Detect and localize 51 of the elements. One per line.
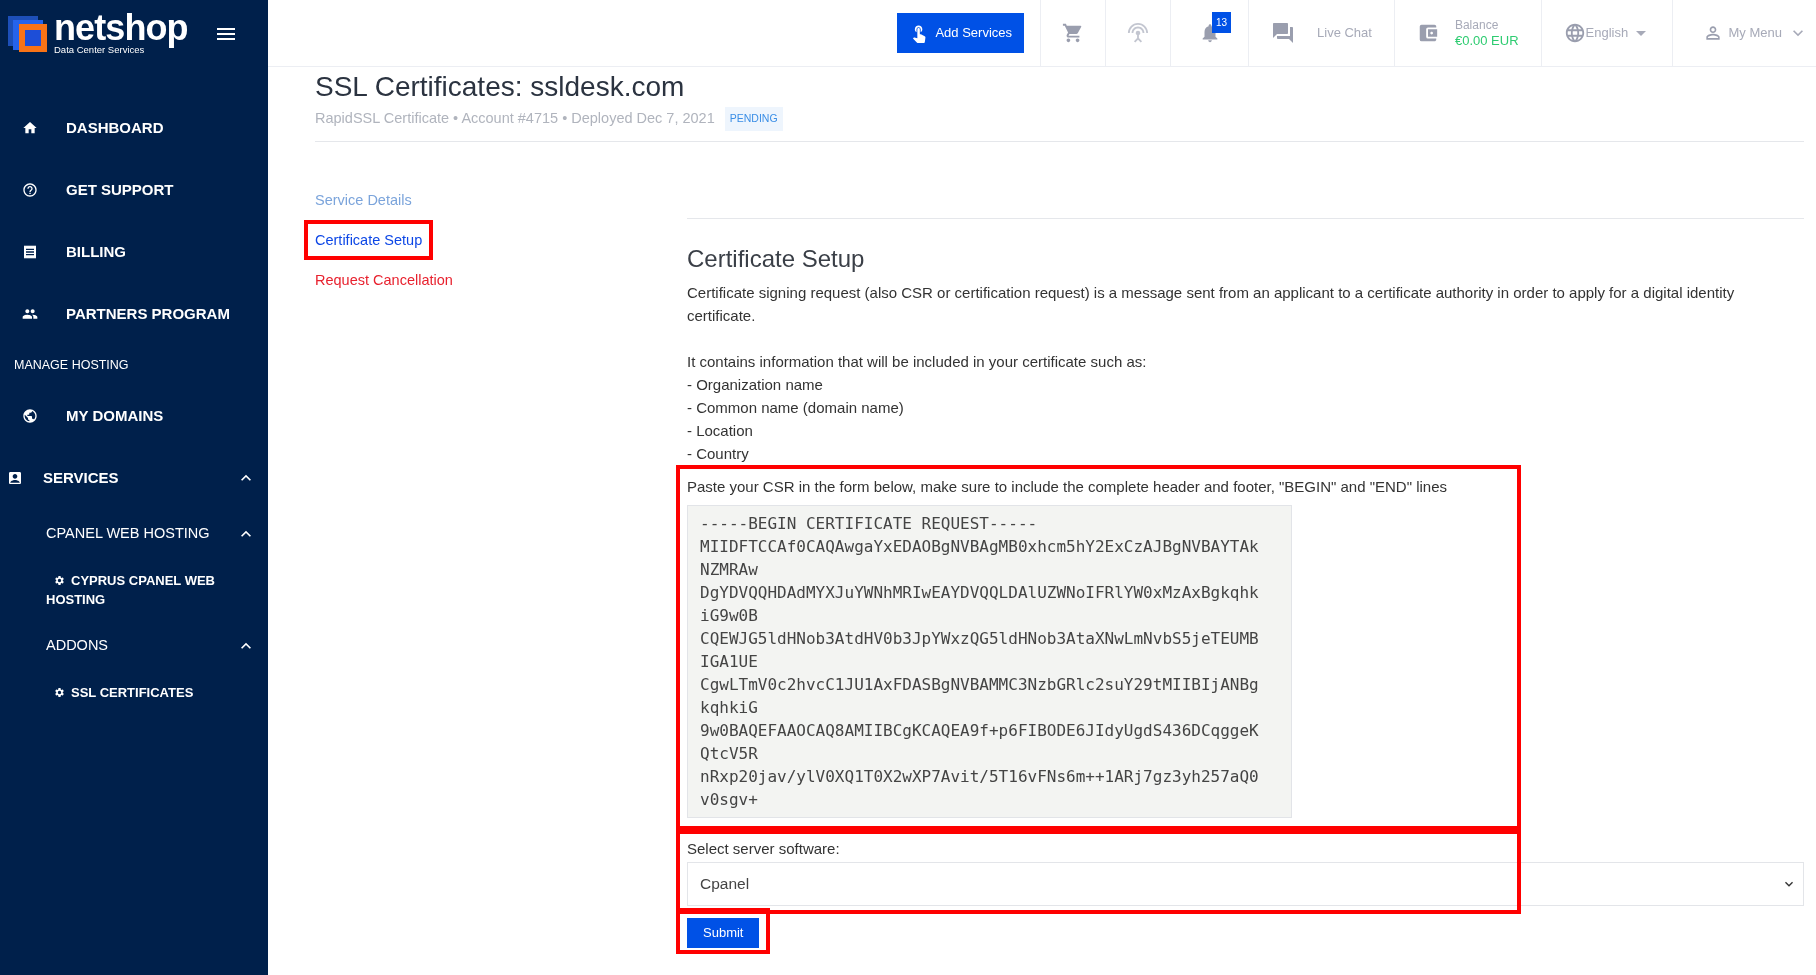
section-heading: Certificate Setup (687, 244, 866, 273)
cart-icon[interactable] (1062, 22, 1084, 44)
home-icon (22, 120, 38, 136)
contact-card-icon (7, 470, 23, 486)
balance-label: Balance (1454, 18, 1500, 33)
server-software-select[interactable]: Cpanel (687, 861, 1804, 906)
sidebar-link[interactable]: MY DOMAINS (66, 404, 164, 428)
sidebar-link[interactable]: SERVICES (43, 466, 236, 490)
service-nav-link[interactable]: Certificate Setup (315, 231, 423, 248)
csr-line: nRxp20jav/ylV0XQ1T0X2wXP7Avit/5T16vFNs6m++1ARj7gz3yh257aQ0v0sgv+ (700, 765, 1260, 811)
sidebar-link[interactable]: BILLING (66, 240, 126, 264)
add-services-button[interactable]: Add Services (897, 13, 1024, 53)
notification-badge: 13 (1212, 12, 1232, 33)
sidebar-link[interactable]: ADDONS (46, 635, 236, 657)
submit-button[interactable]: Submit (687, 917, 760, 948)
intro-paragraph: Certificate signing request (also CSR or certification request) is a message sent from an applicant to a certificate authority in order to apply for a digital identity certificate. (687, 282, 1736, 326)
brand-tagline: Data Center Services (54, 43, 145, 56)
list-item: - Location (687, 420, 754, 441)
caret-icon (1636, 30, 1647, 36)
balance-amount: €0.00 EUR (1454, 33, 1519, 48)
sidebar-section-title: MANAGE HOSTING (14, 356, 129, 374)
csr-line: CQEWJG5ldHNob3AtdHV0b3JpYWxzQG5ldHNob3AtaXNwLmNvbS5jeTEUMBIGA1UE (700, 627, 1260, 673)
sidebar-link[interactable]: SSL CERTIFICATES (46, 683, 194, 702)
globe-icon (1563, 22, 1586, 44)
gear-icon (54, 575, 65, 586)
people-icon (22, 306, 38, 322)
contains-text: It contains information that will be included in your certificate such as: (687, 351, 1148, 372)
csr-line: DgYDVQQHDAdMYXJuYWNhMRIwEAYDVQQLDAlUZWNoIFRlYW0xMzAxBgkqhkiG9w0B (700, 581, 1260, 627)
service-nav-link[interactable]: Request Cancellation (315, 271, 453, 288)
help-icon (22, 182, 38, 198)
select-label: Select server software: (687, 838, 841, 859)
chat-icon (1271, 21, 1295, 45)
page-subtitle: RapidSSL Certificate • Account #4715 • Deployed Dec 7, 2021 (315, 109, 715, 128)
list-item: - Organization name (687, 374, 824, 395)
sidebar-link[interactable]: DASHBOARD (66, 116, 164, 140)
list-item: - Country (687, 443, 750, 464)
csr-line: -----BEGIN CERTIFICATE REQUEST----- (700, 512, 1039, 535)
gear-icon (54, 687, 65, 698)
csr-instructions: Paste your CSR in the form below, make sure to include the complete header and footer, "BEGIN" and "END" lines (687, 476, 1449, 497)
csr-input-field[interactable] (687, 504, 1292, 818)
sidebar-link[interactable]: GET SUPPORT (66, 178, 174, 202)
list-item: - Common name (domain name) (687, 397, 905, 418)
csr-line: CgwLTmV0c2hvcC1JU1AxFDASBgNVBAMMC3NzbGRlc2suY29tMIIBIjANBgkqhkiG (700, 673, 1260, 719)
sidebar-link[interactable]: CPANEL WEB HOSTING (46, 523, 236, 545)
sidebar-link[interactable]: PARTNERS PROGRAM (66, 302, 230, 326)
receipt-icon (22, 244, 38, 260)
page-title: SSL Certificates: ssldesk.com (315, 71, 686, 103)
csr-line: MIIDFTCCAf0CAQAwgaYxEDAOBgNVBAgMB0xhcm5hY2ExCzAJBgNVBAYTAkNZMRAw (700, 535, 1260, 581)
status-badge: PENDING (724, 107, 783, 131)
sidebar-link[interactable]: CYPRUS CPANEL WEB HOSTING (46, 571, 248, 609)
globe-icon (22, 408, 38, 424)
